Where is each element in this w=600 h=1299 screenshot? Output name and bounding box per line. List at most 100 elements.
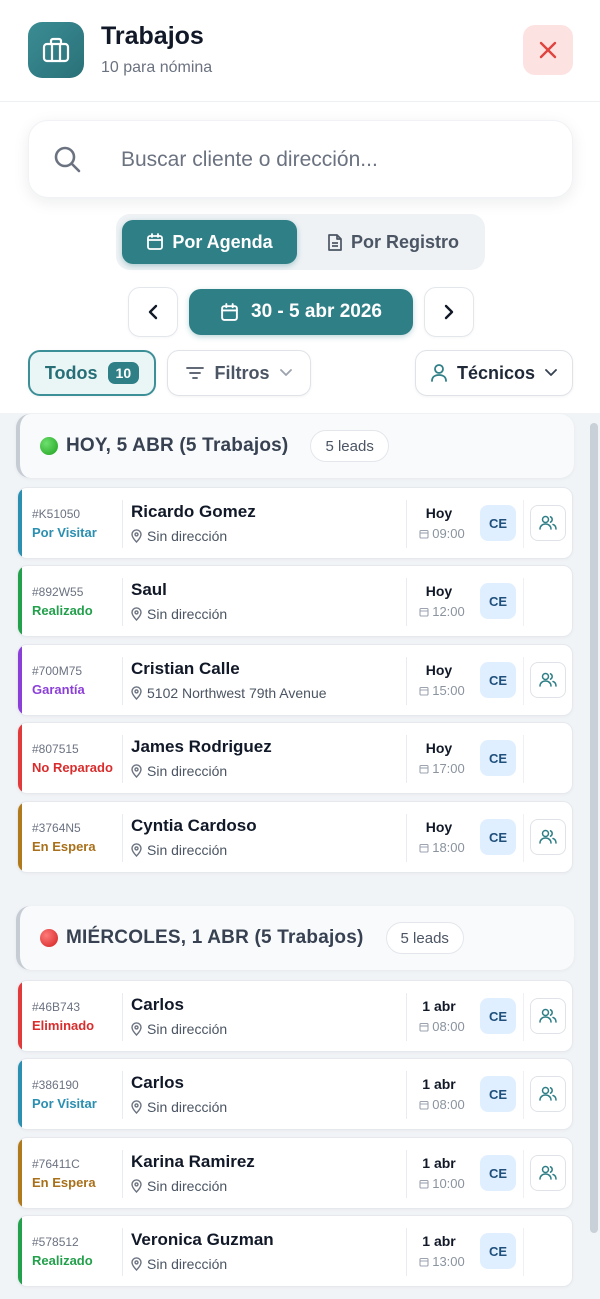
job-card[interactable]: #807515 No Reparado James Rodriguez Sin … bbox=[17, 722, 573, 794]
briefcase-icon bbox=[28, 22, 84, 78]
time-text: 15:00 bbox=[432, 683, 465, 698]
tab-por-agenda[interactable]: Por Agenda bbox=[122, 220, 297, 264]
job-code: #578512 bbox=[32, 1235, 79, 1249]
status-bar bbox=[18, 981, 22, 1051]
calendar-icon bbox=[419, 843, 429, 853]
previous-week-button[interactable] bbox=[128, 287, 178, 337]
chevron-left-icon bbox=[148, 304, 158, 320]
address-text: Sin dirección bbox=[147, 606, 228, 622]
technician-initials-badge[interactable]: CE bbox=[480, 505, 516, 541]
date-range-label: 30 - 5 abr 2026 bbox=[251, 301, 382, 322]
close-icon bbox=[539, 41, 557, 59]
divider bbox=[523, 735, 524, 783]
calendar-icon bbox=[419, 1022, 429, 1032]
job-code: #386190 bbox=[32, 1078, 79, 1092]
filtros-dropdown[interactable]: Filtros bbox=[167, 350, 311, 396]
location-pin-icon bbox=[131, 1100, 142, 1114]
users-icon bbox=[539, 1165, 557, 1180]
divider bbox=[523, 993, 524, 1041]
technician-initials-badge[interactable]: CE bbox=[480, 583, 516, 619]
assign-team-button[interactable] bbox=[530, 1155, 566, 1191]
job-card[interactable]: #700M75 Garantía Cristian Calle 5102 Nor… bbox=[17, 644, 573, 716]
assign-team-button[interactable] bbox=[530, 662, 566, 698]
job-time: 08:00 bbox=[414, 1097, 470, 1112]
red-circle-icon bbox=[40, 929, 58, 947]
divider bbox=[406, 814, 407, 862]
divider bbox=[122, 814, 123, 862]
page-subtitle: 10 para nómina bbox=[101, 59, 213, 76]
divider bbox=[523, 1228, 524, 1276]
job-card[interactable]: #892W55 Realizado Saul Sin dirección Hoy… bbox=[17, 565, 573, 637]
client-name: Veronica Guzman bbox=[131, 1230, 274, 1249]
location-pin-icon bbox=[131, 529, 142, 543]
filter-icon bbox=[186, 367, 205, 379]
assign-team-button[interactable] bbox=[530, 819, 566, 855]
jobs-list[interactable]: HOY, 5 ABR (5 Trabajos) 5 leads #K51050 … bbox=[0, 413, 600, 1299]
search-input[interactable] bbox=[121, 139, 551, 181]
job-time: 15:00 bbox=[414, 683, 470, 698]
divider bbox=[523, 1071, 524, 1119]
search-box[interactable] bbox=[28, 120, 573, 198]
users-icon bbox=[539, 672, 557, 687]
chevron-right-icon bbox=[444, 304, 454, 320]
assign-team-button[interactable] bbox=[530, 1076, 566, 1112]
divider bbox=[406, 1228, 407, 1276]
technician-initials-badge[interactable]: CE bbox=[480, 998, 516, 1034]
job-card[interactable]: #386190 Por Visitar Carlos Sin dirección… bbox=[17, 1058, 573, 1130]
document-icon bbox=[328, 233, 342, 251]
time-text: 17:00 bbox=[432, 761, 465, 776]
technician-initials-badge[interactable]: CE bbox=[480, 1233, 516, 1269]
job-time: 10:00 bbox=[414, 1176, 470, 1191]
calendar-icon bbox=[221, 302, 238, 321]
address-text: Sin dirección bbox=[147, 1256, 228, 1272]
status-bar bbox=[18, 566, 22, 636]
tab-por-agenda-label: Por Agenda bbox=[172, 231, 273, 252]
next-week-button[interactable] bbox=[424, 287, 474, 337]
date-range-button[interactable]: 30 - 5 abr 2026 bbox=[189, 289, 413, 335]
users-icon bbox=[539, 829, 557, 844]
divider bbox=[122, 1071, 123, 1119]
job-code: #K51050 bbox=[32, 507, 81, 521]
technician-initials-badge[interactable]: CE bbox=[480, 1076, 516, 1112]
divider bbox=[406, 1150, 407, 1198]
green-circle-icon bbox=[40, 437, 58, 455]
calendar-icon bbox=[419, 1179, 429, 1189]
job-card[interactable]: #76411C En Espera Karina Ramirez Sin dir… bbox=[17, 1137, 573, 1209]
time-text: 12:00 bbox=[432, 604, 465, 619]
assign-team-button[interactable] bbox=[530, 505, 566, 541]
tecnicos-dropdown[interactable]: Técnicos bbox=[415, 350, 573, 396]
status-bar bbox=[18, 1216, 22, 1286]
list-scrollbar[interactable] bbox=[590, 423, 598, 1233]
location-pin-icon bbox=[131, 607, 142, 621]
close-button[interactable] bbox=[523, 25, 573, 75]
technician-initials-badge[interactable]: CE bbox=[480, 662, 516, 698]
technician-initials-badge[interactable]: CE bbox=[480, 1155, 516, 1191]
job-day: Hoy bbox=[425, 819, 453, 835]
technician-initials-badge[interactable]: CE bbox=[480, 740, 516, 776]
filter-todos-button[interactable]: Todos 10 bbox=[28, 350, 156, 396]
status-bar bbox=[18, 1059, 22, 1129]
tab-por-registro[interactable]: Por Registro bbox=[308, 220, 478, 264]
controls-panel: Por Agenda Por Registro 30 - 5 abr 2026 … bbox=[0, 102, 600, 413]
time-text: 08:00 bbox=[432, 1097, 465, 1112]
calendar-icon bbox=[419, 607, 429, 617]
divider bbox=[122, 735, 123, 783]
job-card[interactable]: #578512 Realizado Veronica Guzman Sin di… bbox=[17, 1215, 573, 1287]
job-status: Eliminado bbox=[32, 1018, 95, 1033]
assign-team-button[interactable] bbox=[530, 998, 566, 1034]
job-time: 08:00 bbox=[414, 1019, 470, 1034]
divider bbox=[122, 1150, 123, 1198]
job-status: Por Visitar bbox=[32, 1096, 97, 1111]
tab-por-registro-label: Por Registro bbox=[350, 231, 460, 252]
group-header: MIÉRCOLES, 1 ABR (5 Trabajos) 5 leads bbox=[16, 906, 574, 970]
job-day: Hoy bbox=[425, 505, 453, 521]
status-bar bbox=[18, 723, 22, 793]
divider bbox=[406, 993, 407, 1041]
job-card[interactable]: #K51050 Por Visitar Ricardo Gomez Sin di… bbox=[17, 487, 573, 559]
job-card[interactable]: #3764N5 En Espera Cyntia Cardoso Sin dir… bbox=[17, 801, 573, 873]
location-pin-icon bbox=[131, 843, 142, 857]
job-card[interactable]: #46B743 Eliminado Carlos Sin dirección 1… bbox=[17, 980, 573, 1052]
job-time: 18:00 bbox=[414, 840, 470, 855]
calendar-icon bbox=[419, 529, 429, 539]
technician-initials-badge[interactable]: CE bbox=[480, 819, 516, 855]
